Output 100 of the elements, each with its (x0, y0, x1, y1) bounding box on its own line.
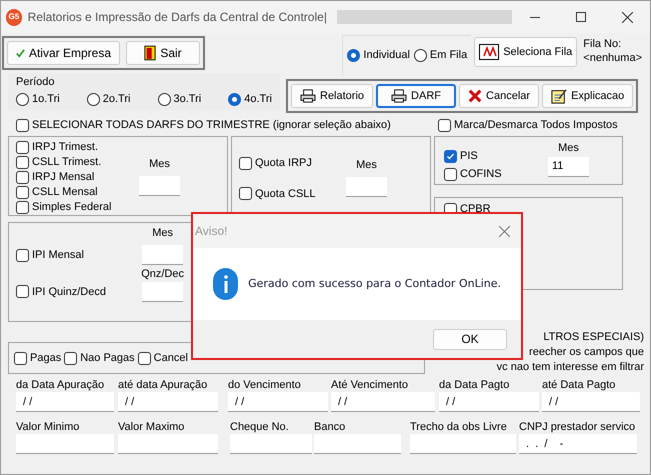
app-logo: G5 (6, 8, 22, 26)
close-icon (498, 226, 510, 236)
dialog-title: Aviso! (195, 223, 228, 240)
field-label: até data Apuração (118, 378, 208, 392)
field-label: Banco (314, 420, 346, 434)
checkbox[interactable]: CSLL Trimest. (16, 155, 112, 170)
month-label: Mes (152, 226, 173, 241)
checkbox[interactable]: PIS (444, 147, 502, 165)
month-label: Mes (356, 158, 377, 173)
ok-button[interactable]: OK (433, 328, 507, 350)
maximize-icon (576, 12, 586, 22)
month-label: Mes (558, 141, 579, 156)
printer-icon (300, 89, 316, 103)
checkbox-box[interactable] (239, 156, 252, 170)
month-label: Mes (149, 157, 170, 172)
checkbox-box[interactable] (16, 186, 29, 199)
checkbox-box[interactable] (16, 201, 29, 214)
checkbox[interactable]: Pagas (14, 350, 62, 366)
action-button[interactable]: DARF (376, 84, 456, 108)
input-field[interactable] (139, 176, 180, 196)
input-field[interactable]: / / (228, 392, 328, 412)
checkbox-box[interactable] (438, 118, 451, 132)
dialog-close-button[interactable] (497, 224, 511, 238)
checkbox[interactable]: Quota IRPJ (239, 155, 316, 172)
dialog-message: Gerado com sucesso para o Contador OnLine. (248, 276, 501, 292)
toolbar-button[interactable]: Ativar Empresa (7, 41, 120, 65)
radio-option[interactable]: 3o.Tri (158, 91, 202, 108)
input-field[interactable]: / / (542, 392, 640, 412)
action-button[interactable]: Explicacao (542, 84, 634, 108)
field-label: CNPJ prestador servico (519, 420, 636, 434)
field-label: até Data Pagto (542, 378, 616, 392)
checkbox-box[interactable] (16, 285, 29, 298)
radio-option[interactable]: 4o.Tri (228, 91, 272, 108)
input-field[interactable] (314, 434, 401, 454)
queue-value: <nenhuma> (583, 51, 642, 65)
x-icon (468, 89, 482, 103)
checkbox[interactable]: IPI Mensal (16, 247, 106, 264)
radio-option[interactable]: Individual (347, 47, 410, 64)
input-field[interactable] (118, 434, 218, 454)
input-field[interactable] (142, 244, 184, 264)
checkbox-box[interactable] (444, 168, 457, 180)
input-field[interactable] (16, 434, 114, 454)
filter-note-text: reecher os campos que (529, 345, 644, 360)
radio-option[interactable]: 1o.Tri (16, 91, 60, 108)
checkbox-box[interactable] (64, 352, 78, 364)
period-title: Período (16, 75, 56, 89)
checkbox[interactable]: Marca/Desmarca Todos Impostos (438, 116, 618, 134)
checkbox-box[interactable] (16, 248, 29, 262)
field-label: Cheque No. (230, 420, 290, 434)
checkbox[interactable]: Cancel (138, 350, 188, 366)
info-icon (213, 268, 238, 300)
checkbox-box[interactable] (444, 150, 457, 162)
checkbox-box[interactable] (16, 156, 29, 169)
input-field[interactable]: . . / - (519, 434, 637, 454)
window-title: Relatorios e Impressão de Darfs da Central de Controle| (28, 9, 327, 26)
filter-note-text: LTROS ESPECIAIS) (543, 330, 644, 345)
field-label: da Data Pagto (439, 378, 510, 392)
select-queue-button[interactable]: Seleciona Fila (474, 37, 578, 67)
field-label: do Vencimento (228, 378, 302, 392)
toolbar-button[interactable]: Sair (126, 41, 200, 65)
radio-option[interactable]: Em Fila (414, 47, 468, 64)
action-button[interactable]: Relatorio (291, 84, 374, 108)
field-label: Valor Maximo (118, 420, 186, 434)
checkbox[interactable]: Simples Federal (16, 200, 112, 215)
input-field[interactable]: / / (439, 392, 539, 412)
minimize-icon (530, 16, 540, 18)
queue-label: Fila No: (583, 37, 622, 51)
radio-option[interactable]: 2o.Tri (86, 91, 130, 108)
input-field[interactable]: / / (331, 392, 435, 412)
checkbox[interactable]: IRPJ Mensal (16, 170, 112, 185)
checkbox[interactable]: Nao Pagas (64, 350, 135, 366)
checkbox[interactable]: Quota CSLL (239, 186, 316, 202)
checkbox[interactable]: IRPJ Trimest. (16, 140, 112, 155)
filter-note-text: vc nao tem interesse em filtrar (496, 360, 644, 375)
input-field[interactable]: 11 (548, 156, 589, 176)
checkbox-box[interactable] (16, 141, 29, 154)
field-label: Valor Minimo (16, 420, 80, 434)
notepad-icon (551, 88, 568, 104)
checkbox-box[interactable] (138, 352, 151, 364)
check-icon (446, 152, 455, 160)
checkbox[interactable]: IPI Quinz/Decd (16, 284, 106, 300)
input-field[interactable]: / / (118, 392, 218, 412)
input-field[interactable] (346, 176, 387, 196)
checkbox-box[interactable] (239, 187, 252, 200)
printer-icon (391, 89, 408, 103)
checkbox[interactable]: COFINS (444, 165, 502, 183)
input-field[interactable] (142, 282, 184, 302)
field-label: Até Vencimento (331, 378, 410, 392)
input-field[interactable]: / / (16, 392, 114, 412)
film-icon (479, 44, 500, 60)
action-button[interactable]: Cancelar (459, 84, 540, 108)
door-icon (144, 45, 156, 61)
input-field[interactable] (230, 434, 312, 454)
checkbox[interactable]: SELECIONAR TODAS DARFS DO TRIMESTRE (ignorar seleção abaixo) (16, 116, 438, 134)
checkbox-box[interactable] (14, 352, 27, 364)
checkbox-box[interactable] (16, 171, 29, 184)
field-label: Trecho da obs Livre (410, 420, 508, 434)
checkbox-box[interactable] (16, 118, 29, 132)
checkbox[interactable]: CSLL Mensal (16, 185, 112, 200)
input-field[interactable] (410, 434, 516, 454)
